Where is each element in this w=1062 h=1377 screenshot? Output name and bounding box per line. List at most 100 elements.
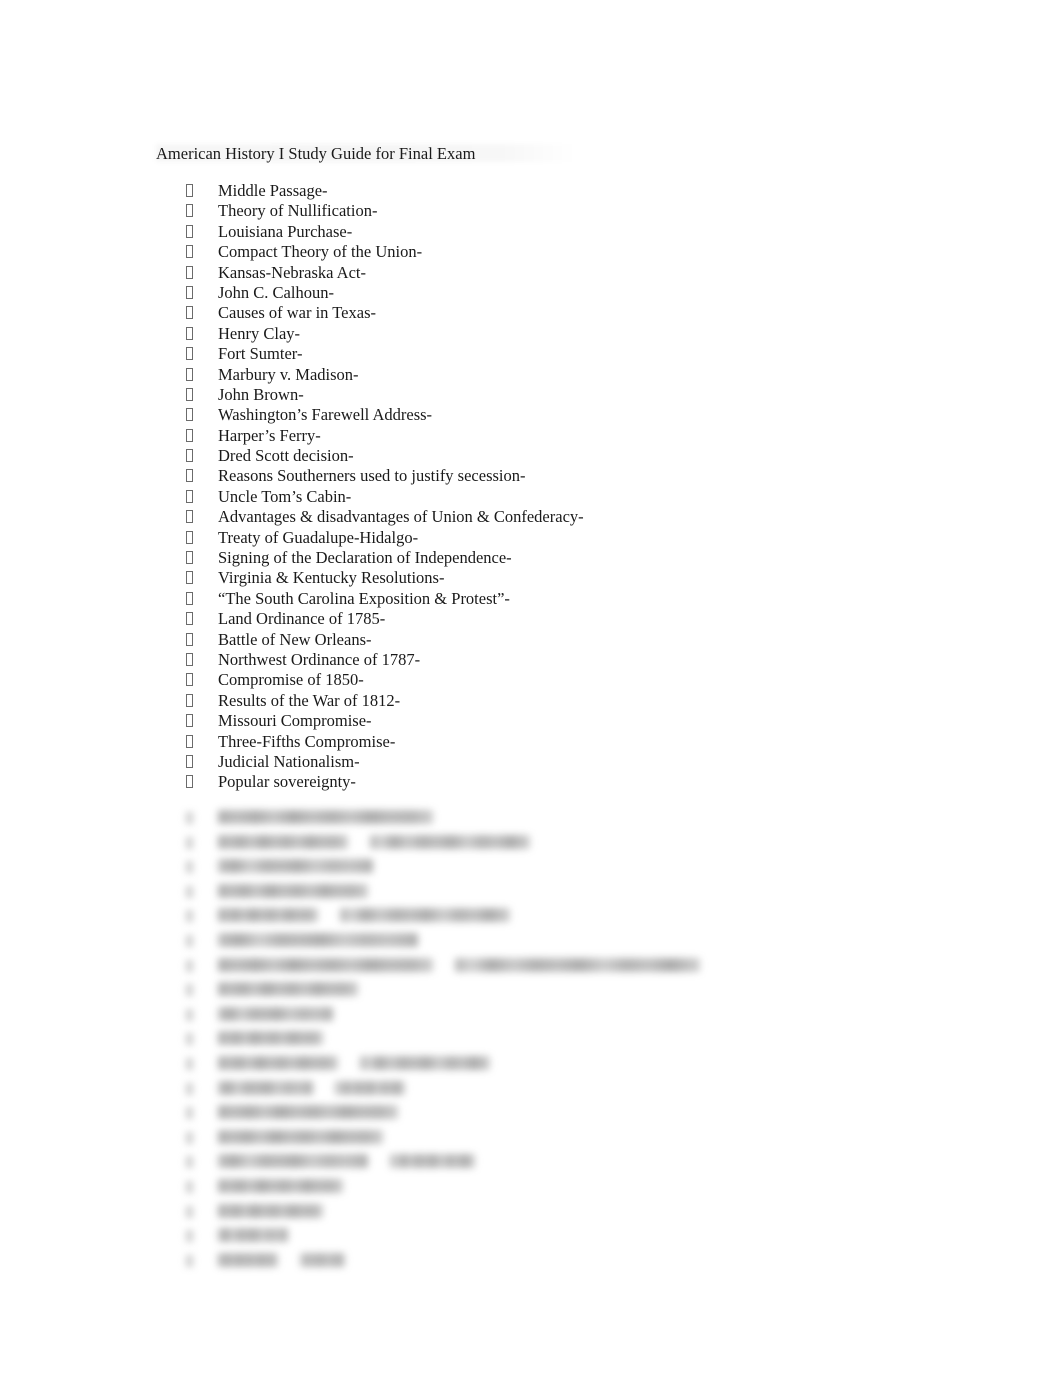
obscured-line	[156, 954, 916, 979]
bullet-box-icon	[186, 885, 193, 898]
bullet-box-icon	[186, 387, 193, 401]
obscured-text-run	[370, 834, 530, 849]
list-item: Missouri Compromise-	[156, 711, 856, 731]
obscured-line	[156, 1249, 916, 1274]
bullet-box-icon	[186, 714, 193, 728]
obscured-line	[156, 880, 916, 905]
obscured-line	[156, 978, 916, 1003]
bullet-box-icon	[186, 612, 193, 626]
bullet-box-icon	[186, 428, 193, 442]
list-item: Kansas-Nebraska Act-	[156, 263, 856, 283]
list-item: Northwest Ordinance of 1787-	[156, 650, 856, 670]
list-item-label: John C. Calhoun-	[218, 282, 334, 302]
list-item-label: Results of the War of 1812-	[218, 690, 401, 710]
study-guide-list: Middle Passage- Theory of Nullification- L…	[156, 181, 856, 793]
list-item: Results of the War of 1812-	[156, 691, 856, 711]
obscured-line	[156, 1200, 916, 1225]
bullet-box-icon	[186, 1180, 193, 1193]
obscured-text-run	[218, 1006, 333, 1021]
obscured-text-run	[218, 1252, 278, 1267]
obscured-text-run	[218, 932, 418, 947]
list-item: Battle of New Orleans-	[156, 630, 856, 650]
obscured-line	[156, 1027, 916, 1052]
list-item-label: Washington’s Farewell Address-	[218, 405, 433, 425]
bullet-box-icon	[186, 734, 193, 748]
list-item-label: Reasons Southerners used to justify sece…	[218, 466, 526, 486]
bullet-box-icon	[186, 245, 193, 259]
bullet-box-icon	[186, 510, 193, 524]
list-item-label: Theory of Nullification-	[218, 201, 378, 221]
list-item-label: Three-Fifths Compromise-	[218, 731, 396, 751]
list-item: Virginia & Kentucky Resolutions-	[156, 568, 856, 588]
list-item-label: Middle Passage-	[218, 181, 328, 200]
bullet-box-icon	[186, 673, 193, 687]
list-item: Advantages & disadvantages of Union & Co…	[156, 507, 856, 527]
bullet-box-icon	[186, 1205, 193, 1218]
bullet-box-icon	[186, 1008, 193, 1021]
list-item-label: Compact Theory of the Union-	[218, 242, 423, 262]
document-title-row: American History I Study Guide for Final…	[156, 143, 586, 165]
obscured-text-run	[218, 859, 373, 874]
bullet-box-icon	[186, 754, 193, 768]
obscured-text-run	[218, 1129, 383, 1144]
bullet-box-icon	[186, 204, 193, 218]
bullet-box-icon	[186, 1131, 193, 1144]
obscured-text-run	[218, 1178, 343, 1193]
list-item-label: Judicial Nationalism-	[218, 751, 360, 771]
obscured-text-run	[340, 908, 510, 923]
bullet-box-icon	[186, 184, 193, 197]
bullet-box-icon	[186, 910, 193, 923]
list-item: Three-Fifths Compromise-	[156, 732, 856, 752]
bullet-box-icon	[186, 959, 193, 972]
list-item: Henry Clay-	[156, 324, 856, 344]
bullet-box-icon	[186, 693, 193, 707]
bullet-box-icon	[186, 285, 193, 299]
list-item-label: Land Ordinance of 1785-	[218, 609, 386, 629]
list-item-label: Henry Clay-	[218, 323, 301, 343]
list-item: Theory of Nullification-	[156, 201, 856, 221]
list-item-label: Marbury v. Madison-	[218, 364, 359, 384]
obscured-text-run	[218, 1203, 323, 1218]
obscured-text-run	[218, 957, 433, 972]
obscured-text-run	[218, 1105, 398, 1120]
obscured-text-run	[218, 1055, 338, 1070]
obscured-line	[156, 1052, 916, 1077]
bullet-box-icon	[186, 449, 193, 463]
bullet-box-icon	[186, 224, 193, 238]
obscured-text-run	[218, 1080, 313, 1095]
obscured-line	[156, 929, 916, 954]
obscured-line	[156, 1003, 916, 1028]
bullet-box-icon	[186, 861, 193, 874]
bullet-box-icon	[186, 1033, 193, 1046]
list-item-label: “The South Carolina Exposition & Protest…	[218, 588, 510, 608]
list-item: Louisiana Purchase-	[156, 222, 856, 242]
bullet-box-icon	[186, 1230, 193, 1243]
list-item: Judicial Nationalism-	[156, 752, 856, 772]
bullet-box-icon	[186, 347, 193, 361]
bullet-box-icon	[186, 934, 193, 947]
bullet-box-icon	[186, 469, 193, 483]
obscured-content-block	[156, 806, 916, 1273]
bullet-box-icon	[186, 1107, 193, 1120]
list-item: “The South Carolina Exposition & Protest…	[156, 589, 856, 609]
list-item-label: Northwest Ordinance of 1787-	[218, 649, 421, 669]
list-item-label: Dred Scott decision-	[218, 446, 354, 466]
list-item: Marbury v. Madison-	[156, 365, 856, 385]
obscured-text-run	[218, 834, 348, 849]
obscured-text-run	[455, 957, 700, 972]
bullet-box-icon	[186, 775, 193, 789]
bullet-box-icon	[186, 326, 193, 340]
obscured-text-run	[300, 1252, 345, 1267]
bullet-box-icon	[186, 408, 193, 422]
obscured-text-run	[218, 810, 433, 824]
obscured-text-run	[218, 1228, 288, 1243]
bullet-box-icon	[186, 652, 193, 666]
list-item: Popular sovereignty-	[156, 772, 856, 792]
obscured-line	[156, 1101, 916, 1126]
list-item: John C. Calhoun-	[156, 283, 856, 303]
list-item-label: Treaty of Guadalupe-Hidalgo-	[218, 527, 419, 547]
list-item: Compromise of 1850-	[156, 670, 856, 690]
obscured-text-run	[218, 1031, 323, 1046]
list-item: Uncle Tom’s Cabin-	[156, 487, 856, 507]
obscured-line	[156, 1175, 916, 1200]
